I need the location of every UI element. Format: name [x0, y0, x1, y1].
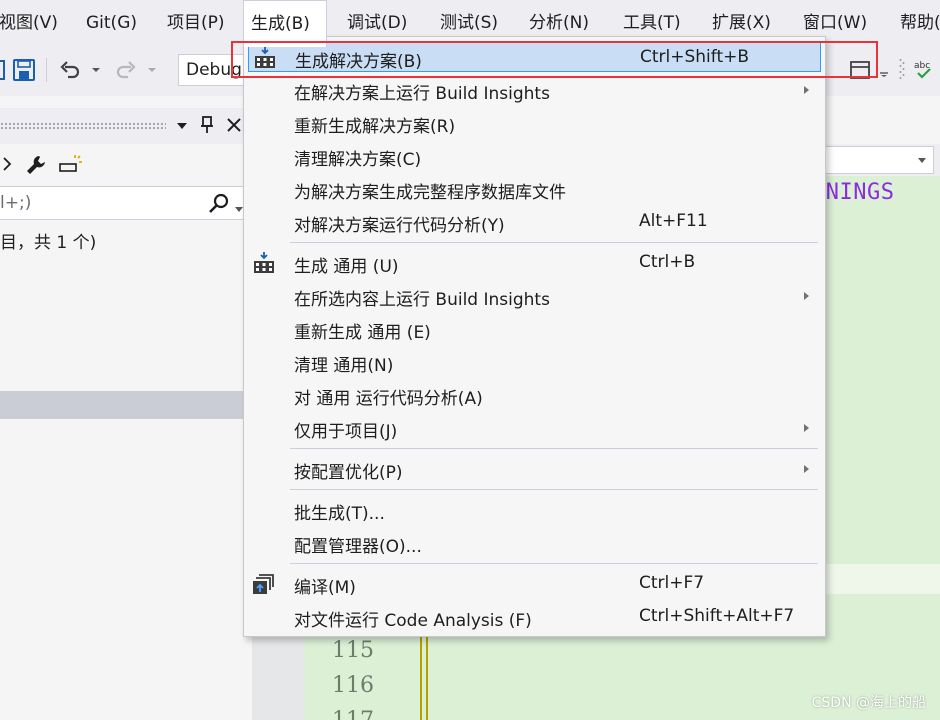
menu-item-label: 仅用于项目(J) [294, 422, 398, 442]
undo-icon[interactable] [56, 54, 84, 86]
watermark: CSDN @海上的船 [811, 695, 926, 711]
menu-item-label: 生成 通用 (U) [294, 257, 399, 277]
menu-item-label: 对解决方案运行代码分析(Y) [294, 216, 505, 236]
menu-item-label: 配置管理器(O)... [294, 537, 422, 557]
panel-toolbar [0, 144, 252, 186]
menu-item-shortcut: Alt+F11 [639, 211, 708, 231]
submenu-arrow-icon [804, 424, 809, 432]
menu-item-label: 在解决方案上运行 Build Insights [294, 84, 550, 104]
menu-item-shortcut: Ctrl+B [639, 252, 696, 272]
menu-item-label: 批生成(T)... [294, 504, 385, 524]
menu-item-label: 编译(M) [294, 578, 356, 598]
redo-icon[interactable] [112, 54, 140, 86]
menu-item-shortcut: Ctrl+F7 [639, 573, 705, 593]
layout-dropdown-icon[interactable] [878, 54, 890, 86]
menu-item-shortcut: Ctrl+Shift+Alt+F7 [639, 606, 795, 626]
menu-separator [290, 448, 818, 449]
chevron-down-icon [918, 158, 926, 163]
build-menu: 生成解决方案(B) Ctrl+Shift+B 在解决方案上运行 Build In… [243, 36, 826, 637]
menu-item-configuration-manager[interactable]: 配置管理器(O)... [248, 528, 821, 558]
line-number: 115 [332, 638, 374, 663]
menu-item-compile[interactable]: 编译(M) Ctrl+F7 [248, 569, 821, 599]
menu-item-label: 生成解决方案(B) [295, 52, 422, 72]
build-solution-icon [253, 46, 277, 70]
menu-item-label: 对 通用 运行代码分析(A) [294, 389, 483, 409]
toolbar-grip-icon[interactable] [898, 54, 906, 86]
properties-icon[interactable] [58, 154, 84, 180]
submenu-arrow-icon [804, 465, 809, 473]
menu-item-label: 清理解决方案(C) [294, 150, 422, 170]
menu-item-shortcut: Ctrl+Shift+B [640, 47, 750, 67]
menu-item-clean-solution[interactable]: 清理解决方案(C) [248, 141, 821, 171]
close-icon[interactable] [226, 117, 242, 137]
compile-icon [252, 572, 276, 596]
solution-search-input[interactable] [0, 191, 190, 215]
menu-item-label: 对文件运行 Code Analysis (F) [294, 611, 532, 631]
search-icon[interactable] [208, 193, 230, 219]
menu-item-run-build-insights-solution[interactable]: 在解决方案上运行 Build Insights [248, 75, 821, 105]
line-number: 117 [332, 708, 374, 720]
menu-item-build-project[interactable]: 生成 通用 (U) Ctrl+B [248, 248, 821, 278]
menu-item-run-code-analysis-solution[interactable]: 对解决方案运行代码分析(Y) Alt+F11 [248, 207, 821, 237]
menu-git[interactable]: Git(G) [79, 0, 144, 46]
redo-dropdown-icon[interactable] [144, 54, 160, 86]
build-project-icon [252, 251, 276, 275]
menu-item-run-build-insights-selection[interactable]: 在所选内容上运行 Build Insights [248, 281, 821, 311]
menu-help[interactable]: 帮助( [893, 0, 940, 46]
save-all-icon[interactable] [10, 54, 38, 86]
menu-item-label: 在所选内容上运行 Build Insights [294, 290, 550, 310]
menu-item-run-code-analysis-project[interactable]: 对 通用 运行代码分析(A) [248, 380, 821, 410]
solution-explorer-tree: 目，共 1 个) [0, 220, 252, 720]
menu-build[interactable]: 生成(B) [243, 0, 327, 47]
menu-separator [290, 242, 818, 243]
menu-item-clean-project[interactable]: 清理 通用(N) [248, 347, 821, 377]
menu-item-project-only[interactable]: 仅用于项目(J) [248, 413, 821, 443]
chevron-right-icon[interactable] [2, 156, 12, 176]
spellcheck-icon[interactable]: abc [912, 54, 940, 86]
partial-toolbar-icon[interactable] [0, 54, 6, 86]
menu-item-build-solution[interactable]: 生成解决方案(B) Ctrl+Shift+B [248, 42, 821, 72]
line-number: 116 [332, 673, 374, 698]
svg-text:abc: abc [914, 61, 930, 71]
window-layout-icon[interactable] [846, 54, 874, 86]
menu-item-batch-build[interactable]: 批生成(T)... [248, 495, 821, 525]
tool-window-header [0, 108, 252, 144]
menu-item-label: 清理 通用(N) [294, 356, 394, 376]
menu-separator [290, 489, 818, 490]
menu-item-label: 重新生成解决方案(R) [294, 117, 456, 137]
wrench-icon[interactable] [24, 153, 48, 181]
selected-tree-row[interactable] [0, 391, 246, 419]
menu-view[interactable]: 视图(V) [0, 0, 65, 46]
menu-item-label: 为解决方案生成完整程序数据库文件 [294, 183, 566, 203]
undo-dropdown-icon[interactable] [88, 54, 104, 86]
menu-item-run-code-analysis-file[interactable]: 对文件运行 Code Analysis (F) Ctrl+Shift+Alt+F… [248, 602, 821, 632]
menu-item-rebuild-solution[interactable]: 重新生成解决方案(R) [248, 108, 821, 138]
solution-summary-text[interactable]: 目，共 1 个) [0, 228, 96, 253]
menu-item-label: 按配置优化(P) [294, 463, 403, 483]
submenu-arrow-icon [804, 292, 809, 300]
toolbar-separator [46, 58, 47, 82]
menu-item-rebuild-project[interactable]: 重新生成 通用 (E) [248, 314, 821, 344]
panel-menu-dropdown-icon[interactable] [176, 118, 188, 137]
menu-separator [290, 563, 818, 564]
menu-item-label: 重新生成 通用 (E) [294, 323, 431, 343]
panel-grip [0, 122, 166, 130]
menu-project[interactable]: 项目(P) [160, 0, 232, 46]
menu-item-generate-full-pdb[interactable]: 为解决方案生成完整程序数据库文件 [248, 174, 821, 204]
submenu-arrow-icon [804, 86, 809, 94]
solution-search-box [0, 186, 246, 220]
pin-icon[interactable] [200, 116, 214, 138]
menu-item-profile-guided-optimization[interactable]: 按配置优化(P) [248, 454, 821, 484]
member-dropdown[interactable] [822, 146, 934, 174]
